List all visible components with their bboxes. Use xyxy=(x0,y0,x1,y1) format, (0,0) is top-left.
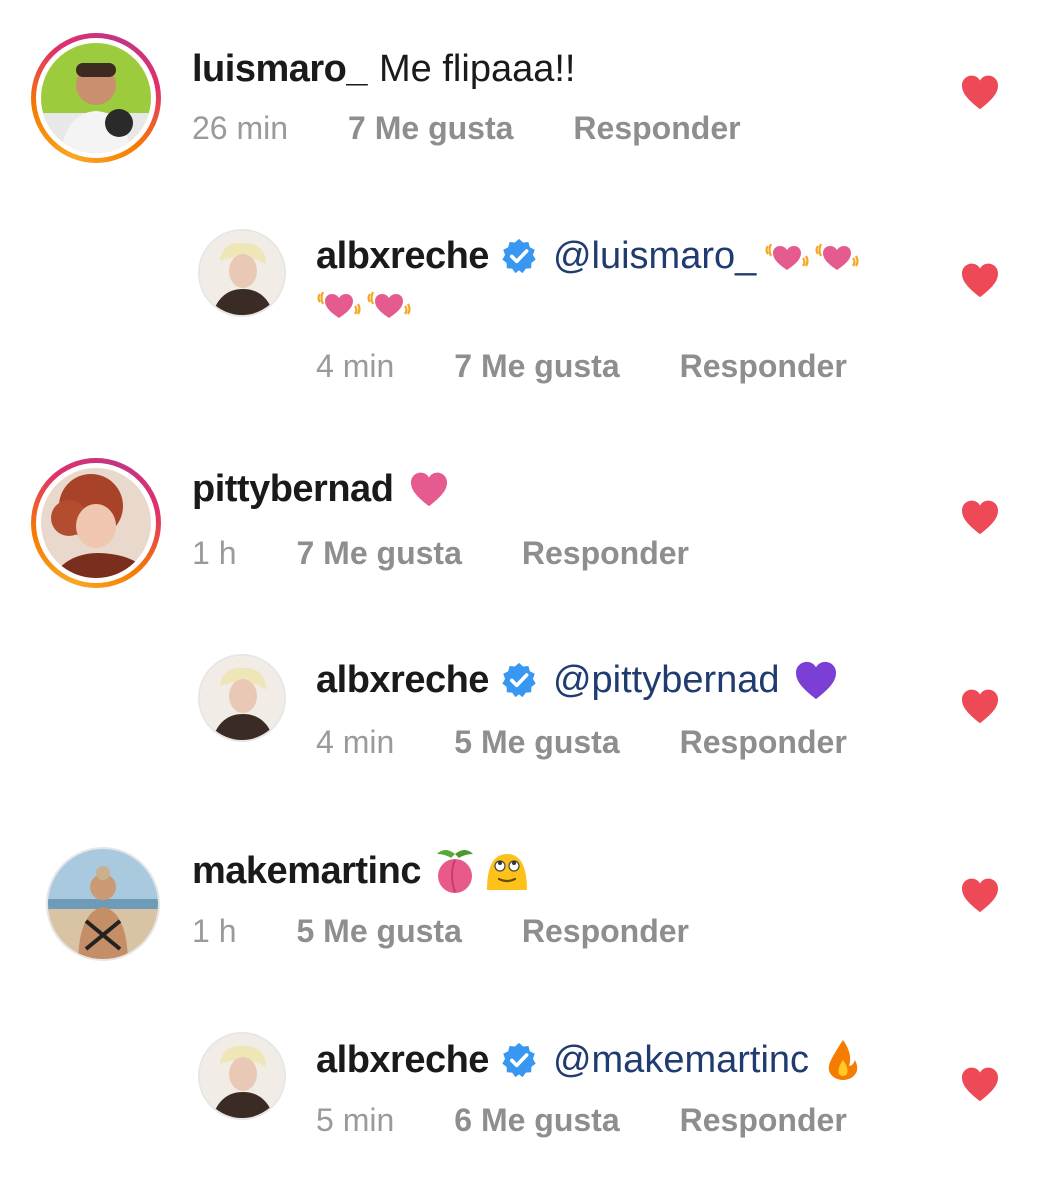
comment-time: 1 h xyxy=(192,913,237,949)
username[interactable]: makemartinc xyxy=(192,852,421,890)
comment-body: albxreche @pittybernad xyxy=(316,660,840,700)
reply-button[interactable]: Responder xyxy=(573,112,740,144)
verified-badge-icon xyxy=(501,1042,537,1078)
vibrating-heart-emoji xyxy=(764,236,810,276)
likes-count[interactable]: 5 Me gusta xyxy=(454,726,619,758)
heart-icon[interactable] xyxy=(960,688,1000,724)
mention-link[interactable]: @luismaro_ xyxy=(553,237,756,275)
comment-body-continued xyxy=(316,284,412,324)
username[interactable]: albxreche xyxy=(316,661,489,699)
likes-count[interactable]: 7 Me gusta xyxy=(454,350,619,382)
comment-body: pittybernad xyxy=(192,470,451,508)
fire-emoji xyxy=(828,1040,858,1080)
avatar[interactable] xyxy=(31,458,161,588)
avatar[interactable] xyxy=(198,229,286,317)
vibrating-heart-emoji xyxy=(814,236,860,276)
comment-meta: 1 h 5 Me gusta Responder xyxy=(192,915,689,947)
comment-time: 5 min xyxy=(316,1102,395,1138)
verified-badge-icon xyxy=(501,238,537,274)
reply-button[interactable]: Responder xyxy=(522,915,689,947)
avatar-photo xyxy=(41,468,151,578)
vibrating-heart-emoji xyxy=(316,284,362,324)
comment-time: 4 min xyxy=(316,348,395,384)
peach-emoji xyxy=(436,850,473,893)
comment-meta: 4 min 5 Me gusta Responder xyxy=(316,726,847,758)
reply-button[interactable]: Responder xyxy=(680,1104,847,1136)
heart-icon[interactable] xyxy=(960,74,1000,110)
avatar[interactable] xyxy=(198,1032,286,1120)
username[interactable]: albxreche xyxy=(316,237,489,275)
comment-text: Me flipaaa!! xyxy=(379,48,576,90)
username[interactable]: albxreche xyxy=(316,1041,489,1079)
purple-heart-emoji xyxy=(792,660,840,700)
pink-heart-emoji xyxy=(407,471,451,507)
comment-body: makemartinc xyxy=(192,848,531,894)
reply-button[interactable]: Responder xyxy=(680,350,847,382)
username[interactable]: luismaro_ xyxy=(192,50,368,88)
comment-meta: 26 min 7 Me gusta Responder xyxy=(192,112,741,144)
comment-body: luismaro_ Me flipaaa!! xyxy=(192,50,575,88)
comment-meta: 4 min 7 Me gusta Responder xyxy=(316,350,847,382)
comment-meta: 1 h 7 Me gusta Responder xyxy=(192,537,689,569)
heart-icon[interactable] xyxy=(960,877,1000,913)
heart-icon[interactable] xyxy=(960,1066,1000,1102)
reply-button[interactable]: Responder xyxy=(522,537,689,569)
eye-roll-emoji xyxy=(486,854,527,890)
likes-count[interactable]: 7 Me gusta xyxy=(296,537,461,569)
likes-count[interactable]: 7 Me gusta xyxy=(348,112,513,144)
avatar-photo xyxy=(198,1032,286,1120)
heart-icon[interactable] xyxy=(960,262,1000,298)
avatar-photo xyxy=(198,654,286,742)
avatar[interactable] xyxy=(198,654,286,742)
comment-body: albxreche @makemartinc xyxy=(316,1038,861,1082)
avatar-photo xyxy=(198,229,286,317)
avatar[interactable] xyxy=(46,847,160,961)
vibrating-heart-emoji xyxy=(366,284,412,324)
reply-button[interactable]: Responder xyxy=(680,726,847,758)
mention-link[interactable]: @makemartinc xyxy=(553,1041,809,1079)
avatar-photo xyxy=(41,43,151,153)
avatar[interactable] xyxy=(31,33,161,163)
likes-count[interactable]: 5 Me gusta xyxy=(296,915,461,947)
comment-body: albxreche @luismaro_ xyxy=(316,236,860,276)
comment-time: 26 min xyxy=(192,110,289,146)
comment-time: 1 h xyxy=(192,535,237,571)
mention-link[interactable]: @pittybernad xyxy=(553,661,780,699)
heart-icon[interactable] xyxy=(960,499,1000,535)
username[interactable]: pittybernad xyxy=(192,470,394,508)
verified-badge-icon xyxy=(501,662,537,698)
comment-meta: 5 min 6 Me gusta Responder xyxy=(316,1104,847,1136)
likes-count[interactable]: 6 Me gusta xyxy=(454,1104,619,1136)
comment-time: 4 min xyxy=(316,724,395,760)
avatar-photo xyxy=(46,847,160,961)
